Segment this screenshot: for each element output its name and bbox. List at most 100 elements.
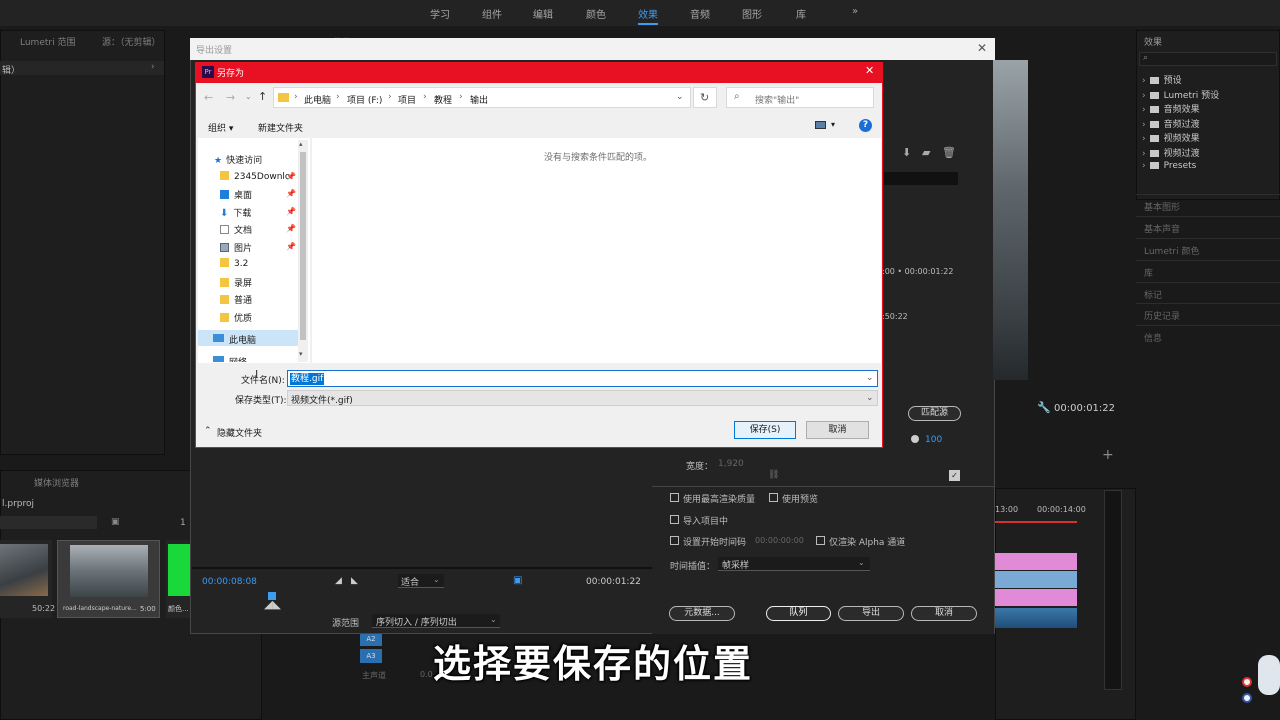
project-clip-thumbnail[interactable]: 50:22 [0, 540, 55, 618]
nav-this-pc-selected[interactable]: 此电脑 [198, 330, 298, 346]
match-source-button[interactable]: 匹配源 [908, 406, 961, 421]
wrench-icon[interactable]: 🔧 [1037, 401, 1051, 414]
file-list-area[interactable]: 没有与搜索条件匹配的项。 [312, 138, 881, 363]
fit-select[interactable]: 适合 ⌄ [398, 574, 444, 588]
breadcrumb-output[interactable]: 输出 [470, 93, 488, 106]
effects-item-video-effects[interactable]: › 视频效果 [1142, 131, 1200, 144]
save-preset-icon[interactable]: ⬇ [902, 146, 911, 159]
chevron-down-icon[interactable]: ▾ [831, 120, 835, 129]
effects-item-audio-transitions[interactable]: › 音频过渡 [1142, 117, 1200, 130]
source-range-select[interactable]: 序列切入 / 序列切出 ⌄ [372, 614, 500, 628]
checkbox-checked-icon[interactable]: ✓ [949, 470, 960, 481]
nav-network[interactable]: 网络 [198, 352, 298, 362]
recent-locations-icon[interactable]: ⌄ [245, 92, 252, 101]
nav-item-pictures[interactable]: 图片 [220, 241, 252, 254]
use-previews-checkbox[interactable] [769, 493, 778, 502]
scrollbar-thumb[interactable] [300, 152, 306, 340]
set-start-timecode-checkbox[interactable] [670, 536, 679, 545]
filename-input[interactable]: 教程.gif ⌄ [287, 370, 878, 387]
scale-value[interactable]: 100 [925, 435, 942, 445]
project-clip-thumbnail[interactable]: road-landscape-nature... 5:00 [57, 540, 160, 618]
nav-item-2345downloads[interactable]: 2345Downlc [220, 171, 290, 182]
panel-essential-sound[interactable]: 基本声音 [1136, 216, 1280, 237]
workspace-tab-color[interactable]: 颜色 [586, 6, 606, 21]
panel-markers[interactable]: 标记 [1136, 282, 1280, 303]
help-icon[interactable]: ? [859, 119, 872, 132]
current-timecode[interactable]: 00:00:08:08 [202, 577, 257, 587]
metadata-button[interactable]: 元数据... [669, 606, 735, 621]
timeline-clip-pink[interactable] [995, 589, 1077, 606]
scroll-up-icon[interactable]: ▴ [299, 140, 303, 148]
back-arrow-icon[interactable]: ← [204, 91, 213, 104]
panel-history[interactable]: 历史记录 [1136, 303, 1280, 324]
bin-icon[interactable]: ▣ [111, 517, 120, 527]
workspace-tab-audio[interactable]: 音频 [690, 6, 710, 21]
nav-item-documents[interactable]: 文档 [220, 223, 252, 236]
start-timecode-value[interactable]: 00:00:00:00 [755, 536, 804, 545]
breadcrumb-project[interactable]: 项目 [398, 93, 416, 106]
import-preset-icon[interactable]: ▰ [922, 146, 930, 159]
navigation-scrollbar[interactable]: ▴ ▾ [298, 140, 308, 362]
chevron-down-icon[interactable]: ⌄ [866, 373, 874, 383]
view-options-icon[interactable] [815, 121, 826, 129]
nav-quick-access[interactable]: ★ 快速访问 [214, 153, 262, 166]
workspace-tab-editing[interactable]: 编辑 [533, 6, 553, 21]
workspace-tab-learn[interactable]: 学习 [430, 6, 450, 21]
project-clip-thumbnail[interactable]: 颜色... [166, 540, 190, 618]
close-icon[interactable]: ✕ [865, 64, 874, 77]
nav-item-desktop[interactable]: 桌面 [220, 188, 252, 201]
panel-info[interactable]: 信息 [1136, 325, 1280, 346]
organize-menu[interactable]: 组织 ▾ [208, 121, 233, 134]
workspace-overflow-button[interactable]: » [852, 6, 858, 17]
effects-item-audio-effects[interactable]: › 音频效果 [1142, 102, 1200, 115]
close-icon[interactable]: ✕ [977, 41, 987, 55]
workspace-tab-graphics[interactable]: 图形 [742, 6, 762, 21]
time-interpolation-select[interactable]: 帧采样 ⌄ [718, 557, 870, 571]
panel-libraries[interactable]: 库 [1136, 260, 1280, 281]
queue-button[interactable]: 队列 [766, 606, 831, 621]
workspace-tab-assembly[interactable]: 组件 [482, 6, 502, 21]
search-box[interactable]: ⌕ 搜索"输出" [726, 87, 874, 108]
breadcrumb-this-pc[interactable]: 此电脑 [304, 93, 331, 106]
width-value[interactable]: 1,920 [718, 459, 744, 469]
project-search-input[interactable] [0, 516, 97, 529]
track-a2-toggle[interactable]: A2 [360, 632, 382, 646]
max-quality-checkbox[interactable] [670, 493, 679, 502]
effects-item-presets[interactable]: › 预设 [1142, 73, 1182, 86]
export-cancel-button[interactable]: 取消 [911, 606, 977, 621]
mark-out-icon[interactable]: ◣ [351, 576, 358, 586]
nav-item-3-2[interactable]: 3.2 [220, 258, 248, 269]
effects-item-lumetri-presets[interactable]: › Lumetri 预设 [1142, 88, 1219, 101]
tab-media-browser[interactable]: 媒体浏览器 [34, 476, 79, 489]
cancel-button[interactable]: 取消 [806, 421, 869, 439]
panel-lumetri-color[interactable]: Lumetri 颜色 [1136, 238, 1280, 259]
link-icon[interactable]: ⛓ [768, 470, 779, 480]
crop-output-icon[interactable]: ▣ [513, 575, 522, 586]
nav-item-premium[interactable]: 优质 [220, 311, 252, 324]
nav-item-recordings[interactable]: 录屏 [220, 276, 252, 289]
timeline-clip-blue[interactable] [995, 571, 1077, 588]
effects-item-custom-presets[interactable]: › Presets [1142, 161, 1196, 171]
scroll-down-icon[interactable]: ▾ [299, 350, 303, 358]
add-icon[interactable]: + [1102, 447, 1114, 463]
up-arrow-icon[interactable]: ↑ [258, 90, 267, 103]
tab-source[interactable]: 源：（无剪辑） [102, 35, 161, 48]
forward-arrow-icon[interactable]: → [226, 91, 235, 104]
save-button[interactable]: 保存(S) [734, 421, 796, 439]
render-alpha-checkbox[interactable] [816, 536, 825, 545]
nav-item-downloads[interactable]: ⬇ 下载 [220, 206, 251, 219]
nav-item-normal[interactable]: 普通 [220, 293, 252, 306]
scale-slider-handle[interactable] [911, 435, 919, 443]
breadcrumb-drive[interactable]: 项目 (F:) [347, 93, 382, 106]
filetype-select[interactable]: 视频文件(*.gif) ⌄ [287, 390, 878, 406]
panel-essential-graphics[interactable]: 基本图形 [1136, 194, 1280, 215]
refresh-button[interactable]: ↻ [693, 87, 717, 108]
workspace-tab-effects[interactable]: 效果 [638, 6, 658, 25]
track-a3-toggle[interactable]: A3 [360, 649, 382, 663]
new-folder-button[interactable]: 新建文件夹 [258, 121, 303, 134]
delete-preset-icon[interactable]: 🗑 [942, 146, 956, 159]
effects-search-input[interactable]: ⌕ [1139, 52, 1277, 66]
timeline-audio-waveform[interactable] [995, 608, 1077, 628]
chevron-down-icon[interactable]: ⌄ [676, 92, 684, 102]
export-button[interactable]: 导出 [838, 606, 904, 621]
